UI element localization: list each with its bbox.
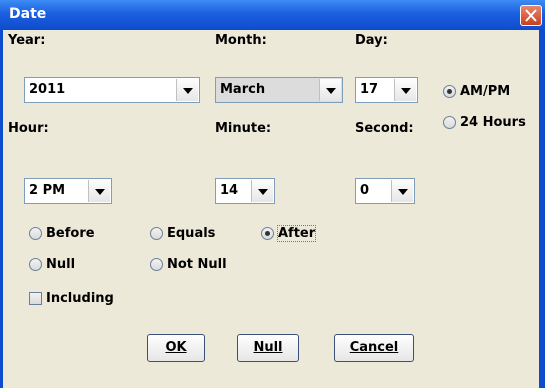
second-label: Second: <box>355 121 414 136</box>
month-dropdown-button[interactable] <box>319 79 341 101</box>
not-null-label: Not Null <box>167 257 227 272</box>
title-bar[interactable]: Date <box>0 0 545 30</box>
null-button[interactable]: Null <box>237 334 299 362</box>
month-value: March <box>220 82 266 97</box>
month-label: Month: <box>215 33 267 48</box>
day-dropdown-button[interactable] <box>394 79 416 101</box>
after-radio-indicator[interactable] <box>261 227 274 240</box>
year-dropdown-button[interactable] <box>176 79 198 101</box>
cancel-button-label: Cancel <box>349 340 399 355</box>
month-combobox[interactable]: March <box>215 77 343 103</box>
year-value: 2011 <box>29 82 66 97</box>
after-label: After <box>276 225 317 242</box>
minute-combobox[interactable]: 14 <box>215 178 275 204</box>
ok-button-label: OK <box>165 340 187 355</box>
chevron-down-icon <box>258 189 268 195</box>
ampm-label: AM/PM <box>460 84 511 99</box>
ampm-radio-indicator[interactable] <box>443 85 456 98</box>
day-label: Day: <box>355 33 388 48</box>
close-icon <box>525 9 537 22</box>
null-radio-indicator[interactable] <box>29 258 42 271</box>
hour-combobox[interactable]: 2 PM <box>24 178 112 204</box>
24-hours-radio-indicator[interactable] <box>443 116 456 129</box>
not-null-radio-indicator[interactable] <box>150 258 163 271</box>
null-button-label: Null <box>253 340 283 355</box>
including-checkbox-box[interactable] <box>29 292 42 305</box>
window-border-right <box>539 30 545 388</box>
minute-value: 14 <box>220 183 239 198</box>
null-label: Null <box>46 257 76 272</box>
24-hours-label: 24 Hours <box>460 115 526 130</box>
before-radio-indicator[interactable] <box>29 227 42 240</box>
ok-button[interactable]: OK <box>147 334 205 362</box>
close-button[interactable] <box>520 5 542 26</box>
equals-radio-indicator[interactable] <box>150 227 163 240</box>
second-value: 0 <box>360 183 370 198</box>
hour-dropdown-button[interactable] <box>88 180 110 202</box>
second-dropdown-button[interactable] <box>391 180 413 202</box>
chevron-down-icon <box>183 88 193 94</box>
chevron-down-icon <box>95 189 105 195</box>
year-label: Year: <box>8 33 46 48</box>
equals-label: Equals <box>167 226 216 241</box>
date-dialog: Date Year: Month: Day: 2011 March 17 AM/… <box>0 0 545 388</box>
hour-value: 2 PM <box>29 183 66 198</box>
dialog-body: Year: Month: Day: 2011 March 17 AM/PM 24… <box>3 30 539 388</box>
hour-label: Hour: <box>8 121 49 136</box>
chevron-down-icon <box>398 189 408 195</box>
chevron-down-icon <box>326 88 336 94</box>
year-combobox[interactable]: 2011 <box>24 77 200 103</box>
day-value: 17 <box>360 82 379 97</box>
day-combobox[interactable]: 17 <box>355 77 418 103</box>
dialog-title: Date <box>9 6 47 22</box>
cancel-button[interactable]: Cancel <box>334 334 414 362</box>
minute-dropdown-button[interactable] <box>251 180 273 202</box>
including-label: Including <box>46 291 114 306</box>
minute-label: Minute: <box>215 121 272 136</box>
second-combobox[interactable]: 0 <box>355 178 415 204</box>
chevron-down-icon <box>401 88 411 94</box>
before-label: Before <box>46 226 95 241</box>
